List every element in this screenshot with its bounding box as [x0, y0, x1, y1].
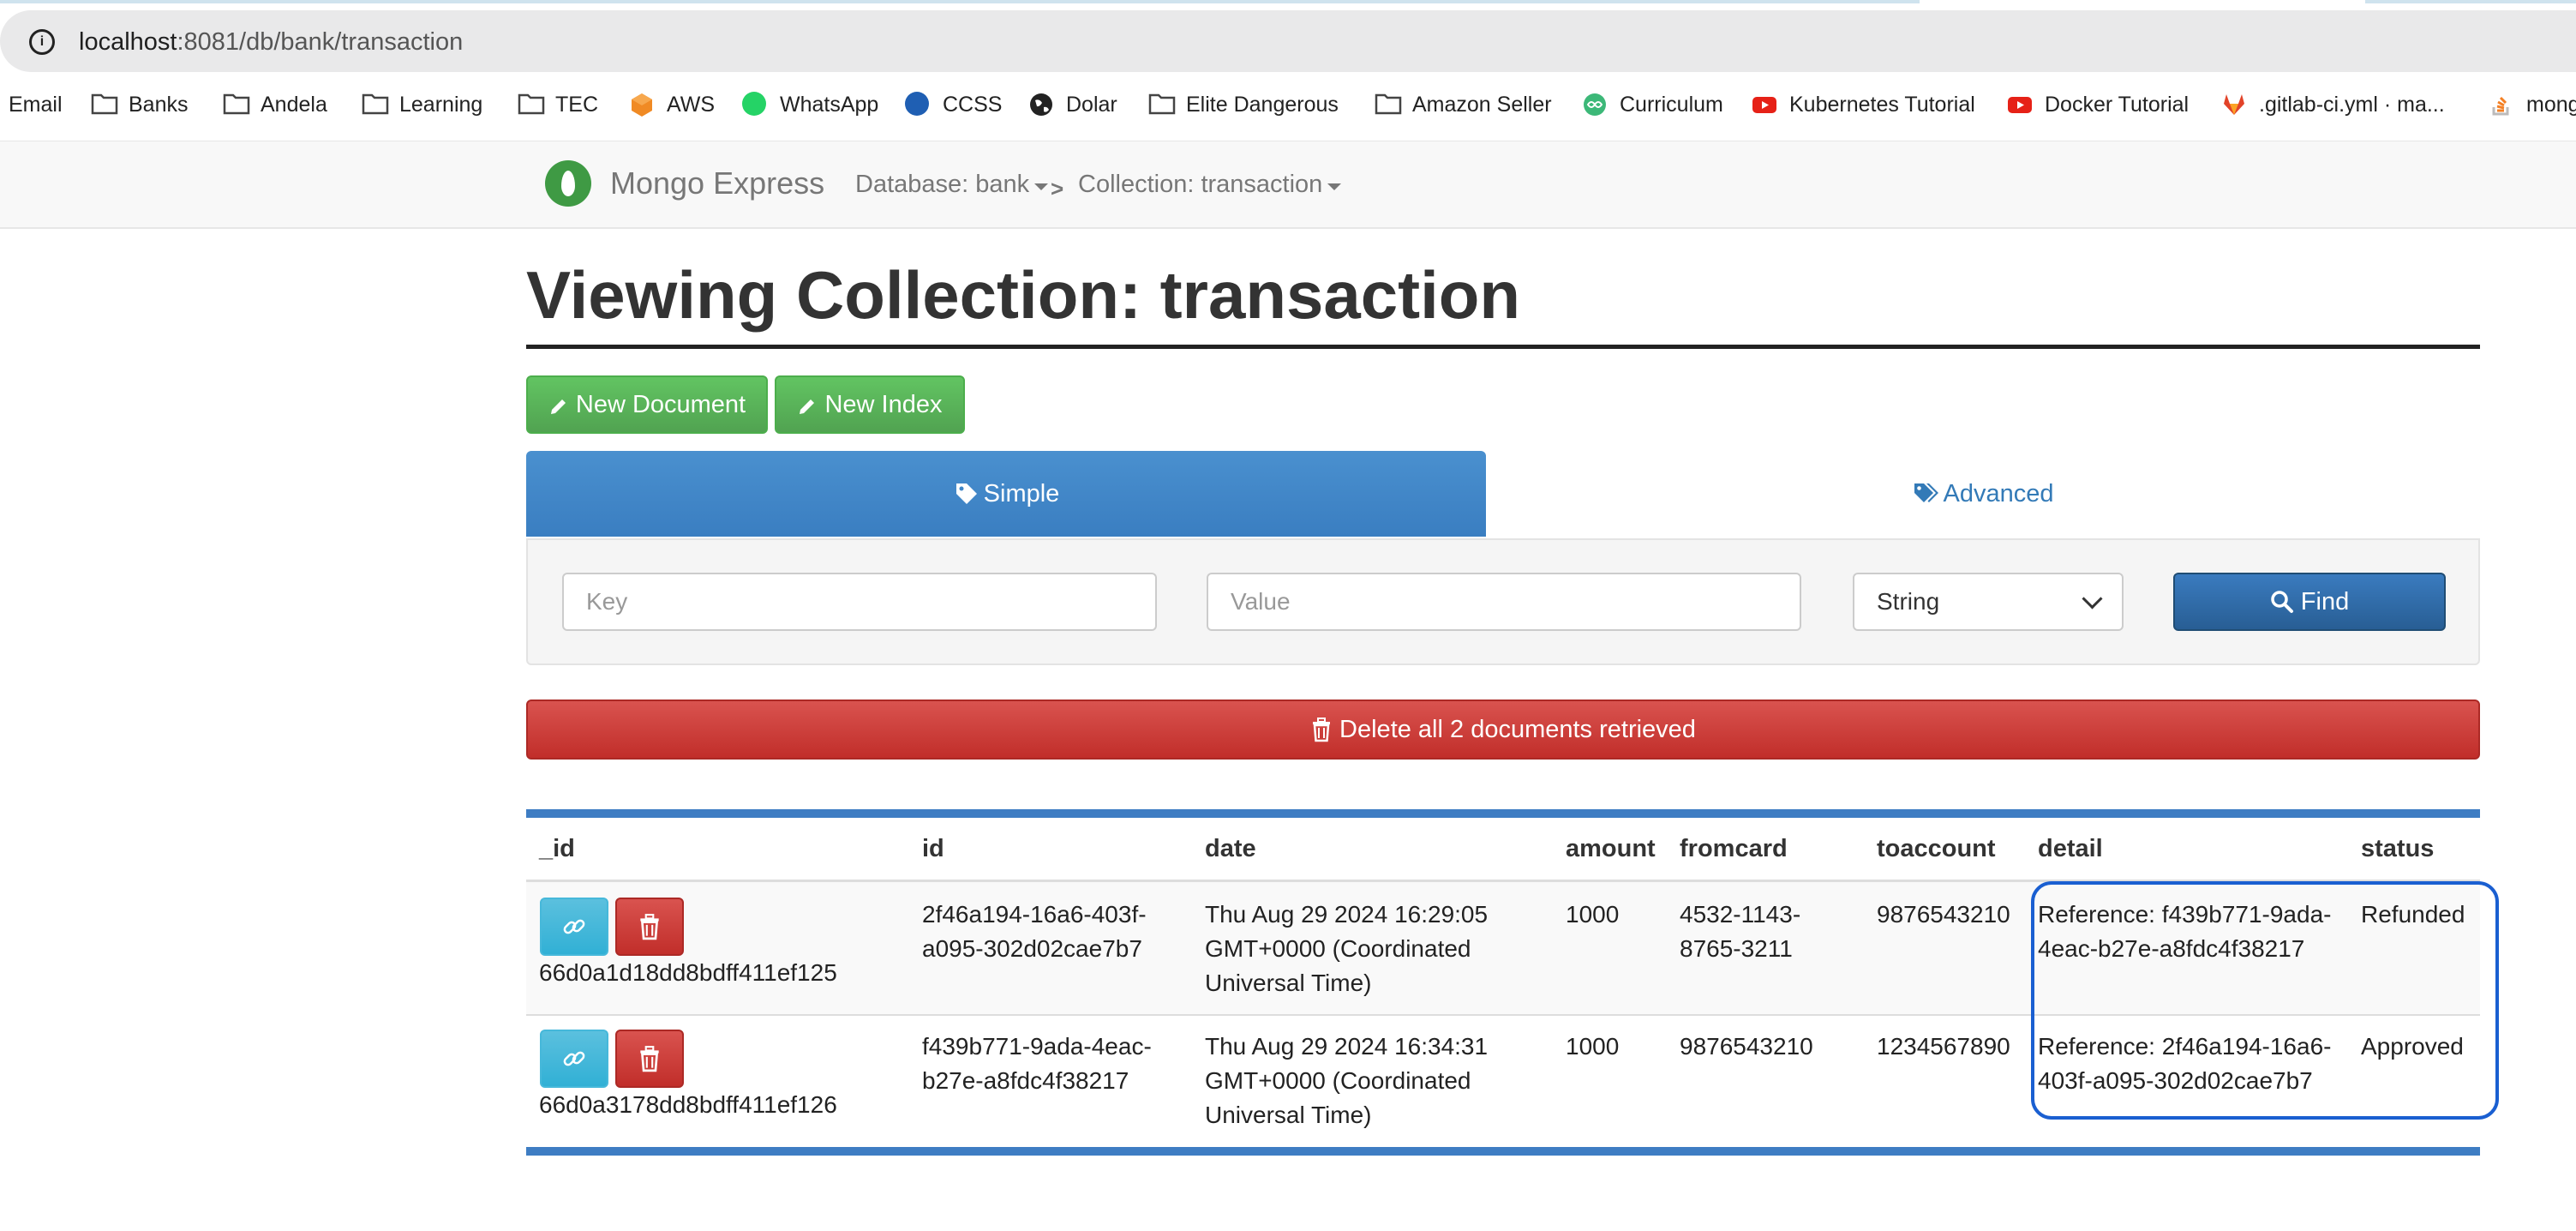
delete-all-button[interactable]: Delete all 2 documents retrieved: [526, 700, 2480, 760]
cell-date: Thu Aug 29 2024 16:29:05 GMT+0000 (Coordi…: [1205, 901, 1489, 996]
pencil-icon: [548, 395, 567, 414]
trash-icon: [640, 1046, 659, 1072]
table-bottom-border: [526, 1147, 2480, 1156]
youtube-icon: [2007, 92, 2033, 117]
folder-icon: [223, 92, 250, 117]
table-top-border: [526, 809, 2480, 818]
app-navbar: Mongo Express Database: bank > Collectio…: [0, 141, 2576, 229]
cell-id: 2f46a194-16a6-403f-a095-302d02cae7b7: [922, 901, 1147, 962]
column-header-fromcard[interactable]: fromcard: [1680, 835, 1788, 863]
title-divider: [526, 345, 2480, 349]
cell-fromcard: 4532-1143- 8765-3211: [1680, 901, 1801, 962]
whatsapp-icon: [742, 92, 768, 117]
link-icon: [563, 919, 585, 934]
collection-dropdown[interactable]: Collection: transaction: [1078, 171, 1342, 199]
globe-icon: [1028, 92, 1054, 117]
tab-advanced[interactable]: Advanced: [1486, 451, 2480, 537]
site-info-icon[interactable]: i: [29, 29, 55, 55]
key-input[interactable]: Key: [562, 573, 1157, 631]
bookmark-andela[interactable]: Andela: [223, 87, 327, 122]
column-header-_id[interactable]: _id: [539, 835, 575, 863]
chevron-down-icon: [2082, 587, 2103, 609]
mongo-leaf-logo-icon[interactable]: [545, 160, 591, 207]
tab-simple[interactable]: Simple: [526, 451, 1486, 537]
column-header-detail[interactable]: detail: [2038, 835, 2103, 863]
folder-icon: [518, 92, 545, 117]
youtube-icon: [1752, 92, 1777, 117]
brand-title[interactable]: Mongo Express: [610, 165, 824, 201]
url-text[interactable]: localhost:8081/db/bank/transaction: [79, 26, 463, 58]
aws-icon: [629, 92, 655, 117]
bookmark-aws[interactable]: AWS: [629, 87, 715, 122]
bookmark-docker-tutorial[interactable]: Docker Tutorial: [2007, 87, 2189, 122]
cell-fromcard: 9876543210: [1680, 1033, 1813, 1060]
bookmark-learning[interactable]: Learning: [362, 87, 482, 122]
column-header-date[interactable]: date: [1205, 835, 1256, 863]
simple-search-panel: Key Value String Find: [526, 538, 2480, 665]
cell-date: Thu Aug 29 2024 16:34:31 GMT+0000 (Coordi…: [1205, 1033, 1489, 1128]
search-icon: [2271, 591, 2293, 613]
column-header-toaccount[interactable]: toaccount: [1877, 835, 1996, 863]
new-index-button[interactable]: New Index: [775, 375, 965, 434]
stackoverflow-icon: [2489, 92, 2514, 117]
tag-icon: [956, 483, 977, 504]
type-select[interactable]: String: [1853, 573, 2124, 631]
cell-_id: 66d0a3178dd8bdff411ef126: [539, 1091, 837, 1118]
page-load-bar: [0, 0, 2576, 5]
ccss-icon: [905, 92, 931, 117]
chevron-right-icon: >: [1051, 176, 1064, 201]
bookmark-curriculum[interactable]: Curriculum: [1582, 87, 1723, 122]
cell-toaccount: 1234567890: [1877, 1033, 2010, 1060]
trash-icon: [1313, 718, 1331, 742]
pencil-icon: [797, 395, 816, 414]
gitlab-icon: [2221, 92, 2247, 117]
column-header-status[interactable]: status: [2361, 835, 2434, 863]
open-document-button[interactable]: [540, 898, 608, 956]
cell-_id: 66d0a1d18dd8bdff411ef125: [539, 959, 837, 986]
bookmark-dolar[interactable]: Dolar: [1028, 87, 1117, 122]
link-icon: [563, 1051, 585, 1066]
bookmark-gitlab-ci[interactable]: .gitlab-ci.yml · ma...: [2221, 87, 2445, 122]
cell-id: f439b771-9ada-4eac-b27e-a8fdc4f38217: [922, 1033, 1152, 1094]
folder-icon: [362, 92, 389, 117]
find-button[interactable]: Find: [2173, 573, 2446, 631]
bookmark-ccss[interactable]: CCSS: [905, 87, 1002, 122]
bookmarks-bar: Email Banks Andela Learning TEC AWS What…: [0, 81, 2576, 129]
column-header-id[interactable]: id: [922, 835, 944, 863]
bookmark-kubernetes-tutorial[interactable]: Kubernetes Tutorial: [1752, 87, 1975, 122]
open-document-button[interactable]: [540, 1030, 608, 1088]
cell-amount: 1000: [1566, 901, 1620, 928]
folder-icon: [91, 92, 118, 117]
trash-icon: [640, 914, 659, 940]
bookmark-tec[interactable]: TEC: [518, 87, 598, 122]
bookmark-elite-dangerous[interactable]: Elite Dangerous: [1148, 87, 1339, 122]
bookmark-email[interactable]: Email: [9, 87, 63, 122]
folder-icon: [1148, 92, 1176, 117]
folder-icon: [1375, 92, 1402, 117]
cell-amount: 1000: [1566, 1033, 1620, 1060]
caret-down-icon: [1327, 183, 1342, 190]
bookmark-whatsapp[interactable]: WhatsApp: [742, 87, 878, 122]
annotation-highlight-box: [2031, 881, 2499, 1120]
value-input[interactable]: Value: [1207, 573, 1801, 631]
delete-document-button[interactable]: [615, 898, 684, 956]
database-dropdown[interactable]: Database: bank: [855, 171, 1049, 199]
page-title: Viewing Collection: transaction: [526, 257, 1521, 333]
tags-icon: [1914, 483, 1938, 502]
curriculum-icon: [1582, 92, 1608, 117]
delete-document-button[interactable]: [615, 1030, 684, 1088]
bookmark-banks[interactable]: Banks: [91, 87, 188, 122]
cell-toaccount: 9876543210: [1877, 901, 2010, 928]
address-bar[interactable]: i localhost:8081/db/bank/transaction: [0, 10, 2576, 72]
bookmark-mong[interactable]: mong: [2489, 87, 2576, 122]
caret-down-icon: [1034, 183, 1049, 190]
column-header-amount[interactable]: amount: [1566, 835, 1656, 863]
bookmark-amazon-seller[interactable]: Amazon Seller: [1375, 87, 1552, 122]
new-document-button[interactable]: New Document: [526, 375, 768, 434]
